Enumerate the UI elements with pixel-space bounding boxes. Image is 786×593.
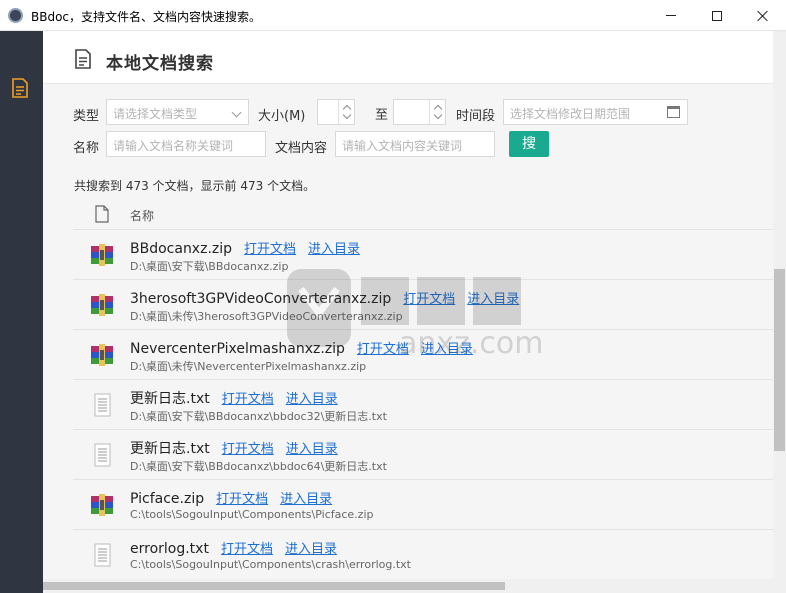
size-from-spinner[interactable] xyxy=(338,100,354,124)
name-search-input[interactable]: 请输入文档名称关键词 xyxy=(106,131,266,157)
file-name: errorlog.txt xyxy=(130,541,209,557)
file-name: BBdocanxz.zip xyxy=(130,241,233,257)
maximize-icon xyxy=(712,10,722,21)
file-name-line: errorlog.txt 打开文档 进入目录 xyxy=(130,538,337,557)
maximize-button[interactable] xyxy=(694,0,740,31)
size-separator: 至 xyxy=(375,108,389,123)
table-row[interactable]: Picface.zip 打开文档 进入目录 C:\tools\SogouInput\C… xyxy=(73,480,773,530)
text-file-icon xyxy=(89,393,115,417)
page-title: 本地文档搜索 xyxy=(106,54,214,74)
chevron-down-icon xyxy=(433,110,443,120)
table-row[interactable]: 更新日志.txt 打开文档 进入目录 D:\桌面\安下载\BBdocanxz\bbdo… xyxy=(73,430,773,480)
document-icon xyxy=(12,78,28,98)
page-header: 本地文档搜索 xyxy=(43,31,773,84)
file-name-line: 更新日志.txt 打开文档 进入目录 xyxy=(130,388,338,408)
file-path: D:\桌面\安下载\BBdocanxz.zip xyxy=(130,260,289,273)
open-directory-link[interactable]: 进入目录 xyxy=(285,542,337,557)
table-row[interactable]: BBdocanxz.zip 打开文档 进入目录 D:\桌面\安下载\BBdocanxz… xyxy=(73,230,773,280)
results-list: BBdocanxz.zip 打开文档 进入目录 D:\桌面\安下载\BBdocanxz… xyxy=(73,230,773,580)
text-file-icon xyxy=(89,543,115,567)
winrar-archive-icon xyxy=(89,243,115,267)
winrar-archive-icon xyxy=(89,493,115,517)
file-path: C:\tools\SogouInput\Components\crash\err… xyxy=(130,558,411,571)
table-row[interactable]: errorlog.txt 打开文档 进入目录 C:\tools\SogouInput\… xyxy=(73,530,773,580)
file-name-line: NevercenterPixelmashanxz.zip 打开文档 进入目录 xyxy=(130,338,473,357)
time-label: 时间段 xyxy=(456,109,496,124)
file-name: Picface.zip xyxy=(130,491,205,507)
type-label: 类型 xyxy=(73,109,100,124)
horizontal-scroll-thumb[interactable] xyxy=(43,582,505,590)
close-icon xyxy=(757,10,769,22)
size-from-stepper[interactable] xyxy=(317,99,355,125)
file-path: D:\桌面\未传\3herosoft3GPVideoConverteranxz.… xyxy=(130,310,403,323)
date-range-placeholder: 选择文档修改日期范围 xyxy=(510,107,631,121)
open-file-link[interactable]: 打开文档 xyxy=(222,442,274,457)
open-file-link[interactable]: 打开文档 xyxy=(216,492,268,507)
name-search-placeholder: 请输入文档名称关键词 xyxy=(113,139,234,153)
date-range-picker[interactable]: 选择文档修改日期范围 xyxy=(503,99,688,125)
app-logo-icon xyxy=(8,8,23,23)
content-search-input[interactable]: 请输入文档内容关键词 xyxy=(335,131,495,157)
winrar-archive-icon xyxy=(89,343,115,367)
type-select[interactable]: 请选择文档类型 xyxy=(106,99,249,125)
table-row[interactable]: 更新日志.txt 打开文档 进入目录 D:\桌面\安下载\BBdocanxz\bbdo… xyxy=(73,380,773,430)
open-file-link[interactable]: 打开文档 xyxy=(403,292,455,307)
open-directory-link[interactable]: 进入目录 xyxy=(286,442,338,457)
file-name-line: Picface.zip 打开文档 进入目录 xyxy=(130,488,332,507)
table-row[interactable]: 3herosoft3GPVideoConverteranxz.zip 打开文档 进入… xyxy=(73,280,773,330)
file-icon xyxy=(95,205,109,223)
open-file-link[interactable]: 打开文档 xyxy=(221,542,273,557)
open-file-link[interactable]: 打开文档 xyxy=(244,242,296,257)
file-name: 更新日志.txt xyxy=(130,391,210,407)
file-name-line: 3herosoft3GPVideoConverteranxz.zip 打开文档 进入… xyxy=(130,288,519,307)
file-name: NevercenterPixelmashanxz.zip xyxy=(130,341,345,357)
chevron-down-icon xyxy=(342,110,352,120)
size-label: 大小(M) xyxy=(258,109,306,124)
main-panel: 本地文档搜索 类型 请选择文档类型 大小(M) 至 时间段 选择文档修改日期范围… xyxy=(43,31,786,593)
document-icon xyxy=(75,49,91,69)
content-search-placeholder: 请输入文档内容关键词 xyxy=(342,139,463,153)
open-directory-link[interactable]: 进入目录 xyxy=(308,242,360,257)
open-directory-link[interactable]: 进入目录 xyxy=(421,342,473,357)
close-button[interactable] xyxy=(740,0,786,31)
file-path: D:\桌面\未传\NevercenterPixelmashanxz.zip xyxy=(130,360,367,373)
size-to-spinner[interactable] xyxy=(429,100,445,124)
vertical-scroll-thumb[interactable] xyxy=(774,269,785,451)
open-file-link[interactable]: 打开文档 xyxy=(222,392,274,407)
file-path: C:\tools\SogouInput\Components\Picface.z… xyxy=(130,508,374,521)
file-path: D:\桌面\安下载\BBdocanxz\bbdoc32\更新日志.txt xyxy=(130,410,387,423)
title-bar: BBdoc，支持文件名、文档内容快速搜索。 xyxy=(0,0,786,31)
chevron-down-icon xyxy=(231,107,242,118)
sidebar-item-document-search[interactable] xyxy=(11,78,29,98)
open-directory-link[interactable]: 进入目录 xyxy=(467,292,519,307)
file-path: D:\桌面\安下载\BBdocanxz\bbdoc64\更新日志.txt xyxy=(130,460,387,473)
file-name-line: BBdocanxz.zip 打开文档 进入目录 xyxy=(130,238,360,257)
results-table: 名称 BBdocanxz.zip 打开文档 进入目录 D:\桌面\安下载\BBdoca… xyxy=(73,198,773,580)
open-directory-link[interactable]: 进入目录 xyxy=(286,392,338,407)
text-file-icon xyxy=(89,443,115,467)
name-label: 名称 xyxy=(73,141,100,156)
vertical-scrollbar[interactable] xyxy=(773,31,786,593)
horizontal-scrollbar[interactable] xyxy=(43,579,773,593)
sidebar xyxy=(0,31,43,593)
search-button[interactable]: 搜 xyxy=(509,131,549,157)
file-name: 3herosoft3GPVideoConverteranxz.zip xyxy=(130,291,392,307)
type-select-placeholder: 请选择文档类型 xyxy=(113,107,198,121)
table-row[interactable]: NevercenterPixelmashanxz.zip 打开文档 进入目录 D:\桌… xyxy=(73,330,773,380)
window-title: BBdoc，支持文件名、文档内容快速搜索。 xyxy=(31,10,262,24)
file-name-line: 更新日志.txt 打开文档 进入目录 xyxy=(130,438,338,458)
open-file-link[interactable]: 打开文档 xyxy=(357,342,409,357)
minimize-icon xyxy=(666,15,676,16)
result-summary: 共搜索到 473 个文档，显示前 473 个文档。 xyxy=(74,179,316,193)
table-header: 名称 xyxy=(73,198,773,230)
winrar-archive-icon xyxy=(89,293,115,317)
open-directory-link[interactable]: 进入目录 xyxy=(280,492,332,507)
minimize-button[interactable] xyxy=(648,0,694,31)
content-label: 文档内容 xyxy=(275,141,328,156)
column-header-name: 名称 xyxy=(130,209,155,223)
size-to-stepper[interactable] xyxy=(393,99,446,125)
calendar-icon xyxy=(667,106,680,118)
file-name: 更新日志.txt xyxy=(130,441,210,457)
